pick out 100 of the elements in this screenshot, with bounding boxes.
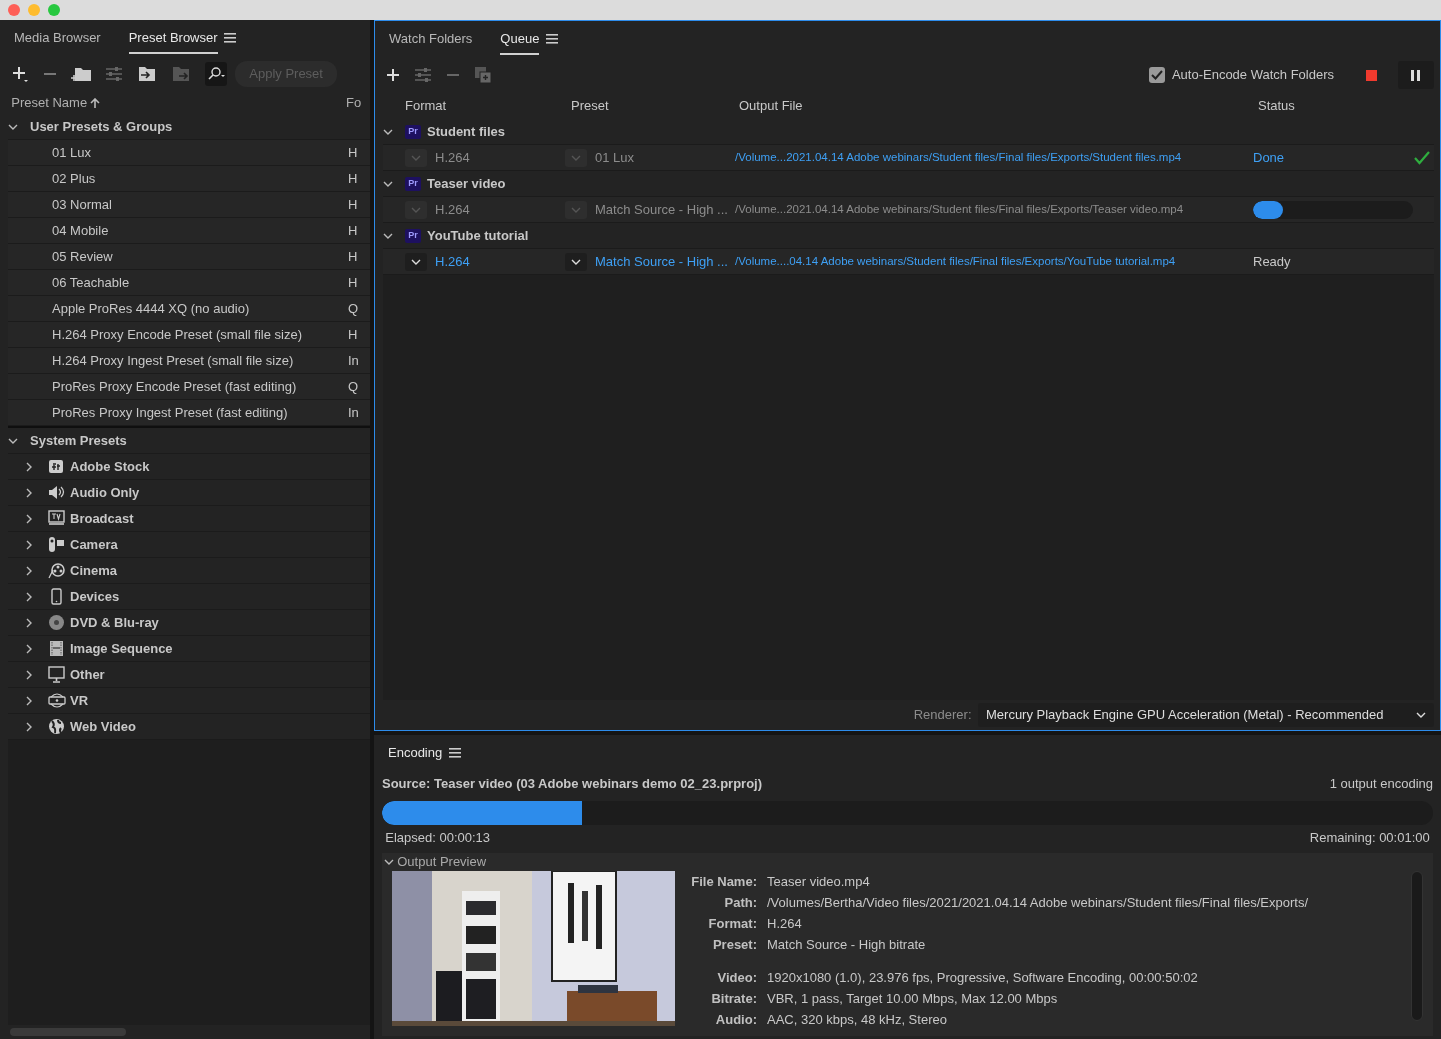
category-label[interactable]: Cinema: [70, 560, 117, 581]
dropdown-button[interactable]: [565, 252, 587, 271]
app-badge: Pr: [405, 176, 421, 191]
auto-encode-checkbox[interactable]: Auto-Encode Watch Folders: [1149, 65, 1334, 85]
chevron-icon: [24, 591, 34, 602]
preset-name[interactable]: H.264 Proxy Ingest Preset (small file size): [8, 350, 348, 371]
sort-up-icon[interactable]: [90, 98, 101, 108]
preset-name[interactable]: 05 Review: [8, 246, 348, 267]
column-header[interactable]: Fo: [346, 93, 362, 113]
menu-icon[interactable]: [545, 34, 558, 44]
output-path-link[interactable]: /Volume....04.14 Adobe webinars/Student files/Final files/Exports/YouTube tutorial.mp4: [735, 252, 1253, 271]
preset-name[interactable]: ProRes Proxy Encode Preset (fast editing): [8, 376, 348, 397]
preset-name[interactable]: 01 Lux: [8, 142, 348, 163]
preset-name[interactable]: 04 Mobile: [8, 220, 348, 241]
category-label[interactable]: VR: [70, 690, 89, 711]
format-cell-text: Q: [348, 377, 360, 396]
format-cell-text: H: [348, 325, 359, 344]
info-label: Bitrate:: [710, 990, 757, 1008]
category-label[interactable]: Camera: [70, 534, 118, 555]
column-header[interactable]: Preset Name: [11, 93, 88, 113]
chevron-icon: [24, 617, 34, 628]
dropdown-button[interactable]: [405, 252, 427, 271]
format-cell-text: Q: [348, 299, 360, 318]
info-label: Path:: [723, 894, 757, 912]
column-header[interactable]: Format: [405, 96, 567, 116]
format-cell-text: H: [348, 169, 359, 188]
preset-name[interactable]: 03 Normal: [8, 194, 348, 215]
format-cell-text: H: [348, 247, 359, 266]
remaining-time: Remaining: 00:01:00: [1309, 829, 1430, 848]
monitor-icon: [48, 666, 66, 683]
panel-title[interactable]: Encoding: [388, 743, 443, 763]
preset-name[interactable]: ProRes Proxy Ingest Preset (fast editing): [8, 402, 348, 423]
section-toggle[interactable]: Output Preview: [382, 853, 487, 871]
status-text: Done: [1253, 149, 1285, 165]
column-header[interactable]: Output File: [735, 96, 1254, 116]
app-badge: Pr: [405, 228, 421, 243]
category-label[interactable]: Web Video: [70, 716, 136, 737]
column-header[interactable]: Status: [1254, 96, 1414, 116]
disc-icon: [48, 614, 66, 631]
category-label[interactable]: Devices: [70, 586, 120, 607]
info-value: /Volumes/Bertha/Video files/2021/2021.04.14 Adobe webinars/Student files/Final files/Exports/: [767, 894, 1310, 912]
renderer-dropdown[interactable]: Mercury Playback Engine GPU Acceleration (Metal) - Recommended: [978, 703, 1434, 727]
output-path-link[interactable]: /Volume...2021.04.14 Adobe webinars/Student files/Final files/Exports/Student files.mp4: [735, 148, 1253, 167]
chevron-icon: [24, 461, 34, 472]
category-label[interactable]: Broadcast: [70, 508, 134, 529]
elapsed-time: Elapsed: 00:00:13: [385, 829, 491, 848]
info-label: Format:: [707, 915, 757, 933]
info-value: Match Source - High bitrate: [767, 936, 927, 954]
add-icon[interactable]: [11, 65, 30, 83]
chevron-icon: [24, 669, 34, 680]
menu-icon[interactable]: [224, 33, 237, 43]
preset-name[interactable]: 02 Plus: [8, 168, 348, 189]
new-folder-icon[interactable]: [71, 66, 92, 82]
format-value[interactable]: H.264: [435, 199, 470, 220]
add-icon[interactable]: [386, 68, 401, 82]
category-label[interactable]: Other: [70, 664, 105, 685]
category-label[interactable]: DVD & Blu-ray: [70, 612, 159, 633]
output-path: /Volume...2021.04.14 Adobe webinars/Student files/Final files/Exports/Teaser video.mp4: [735, 201, 1185, 217]
duplicate-icon[interactable]: [474, 66, 493, 84]
menu-icon[interactable]: [448, 748, 461, 758]
chevron-icon: [1416, 710, 1426, 720]
panel-tab[interactable]: Preset Browser: [128, 22, 218, 54]
preset-value[interactable]: Match Source - High ...: [595, 199, 728, 220]
format-value[interactable]: H.264: [435, 147, 470, 168]
settings-icon[interactable]: [105, 67, 124, 81]
vr-headset-icon: [48, 692, 66, 709]
preset-name[interactable]: Apple ProRes 4444 XQ (no audio): [8, 298, 348, 319]
info-value: Teaser video.mp4: [767, 873, 871, 891]
output-count: 1 output encoding: [1329, 775, 1433, 794]
format-cell-text: In: [348, 403, 360, 422]
source-name[interactable]: Teaser video: [427, 173, 506, 194]
film-strip-icon: [48, 640, 66, 657]
source-name[interactable]: Student files: [427, 121, 505, 142]
panel-tab[interactable]: Media Browser: [14, 22, 101, 54]
column-header[interactable]: Preset: [567, 96, 735, 116]
category-label[interactable]: Audio Only: [70, 482, 140, 503]
chevron-icon: [24, 565, 34, 576]
preset-value[interactable]: Match Source - High ...: [595, 251, 728, 272]
panel-tab[interactable]: Queue: [500, 23, 540, 55]
info-label: File Name:: [691, 873, 757, 891]
panel-tab[interactable]: Watch Folders: [389, 23, 473, 55]
film-reel-icon: [48, 562, 66, 579]
settings-icon[interactable]: [414, 68, 433, 82]
checkmark-icon: [1151, 70, 1164, 80]
speaker-icon: [48, 484, 66, 501]
search-button[interactable]: [205, 62, 228, 86]
format-cell-text: H: [348, 273, 359, 292]
source-name[interactable]: YouTube tutorial: [427, 225, 529, 246]
preset-name[interactable]: H.264 Proxy Encode Preset (small file size): [8, 324, 348, 345]
preset-value[interactable]: 01 Lux: [595, 147, 635, 168]
camcorder-icon: [48, 536, 66, 553]
info-label: Video:: [716, 969, 757, 987]
import-folder-icon[interactable]: [137, 66, 158, 82]
format-value[interactable]: H.264: [435, 251, 470, 272]
pause-button[interactable]: [1398, 61, 1434, 89]
format-cell-text: H: [348, 143, 359, 162]
category-label[interactable]: Adobe Stock: [70, 456, 150, 477]
info-value: H.264: [767, 915, 803, 933]
preset-name[interactable]: 06 Teachable: [8, 272, 348, 293]
chevron-icon: [24, 695, 34, 706]
